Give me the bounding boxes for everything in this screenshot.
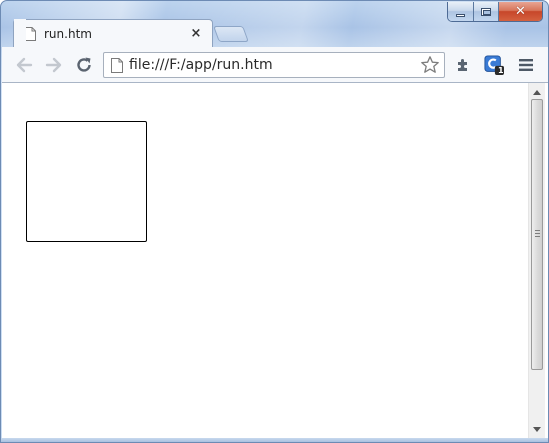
- tab-title: run.htm: [44, 26, 92, 41]
- address-url[interactable]: file:///F:/app/run.htm: [129, 57, 420, 73]
- close-icon: ✕: [515, 4, 526, 19]
- tab-run-htm[interactable]: run.htm ×: [13, 19, 213, 47]
- scrollbar-thumb[interactable]: [531, 99, 543, 370]
- reload-button[interactable]: [74, 55, 94, 75]
- forward-button[interactable]: [44, 55, 64, 75]
- scroll-down-button[interactable]: [529, 422, 545, 436]
- address-bar[interactable]: file:///F:/app/run.htm: [103, 52, 445, 78]
- extension-badge-count: 1: [498, 66, 504, 75]
- page-icon: [111, 57, 123, 73]
- close-window-button[interactable]: ✕: [499, 2, 542, 21]
- browser-window: ✕ run.htm × file:///F:/app/run.htm 1: [0, 0, 549, 443]
- back-arrow-icon: [16, 57, 33, 73]
- reload-icon: [77, 57, 91, 72]
- new-tab-button[interactable]: [213, 26, 249, 42]
- puzzle-extension-button[interactable]: [453, 55, 473, 75]
- hamburger-menu-icon: [519, 59, 533, 71]
- page-icon: [25, 26, 36, 41]
- square-box: [26, 121, 147, 242]
- page-viewport: [2, 83, 548, 442]
- triangle-up-icon: [533, 89, 541, 95]
- window-caption-buttons: ✕: [447, 2, 543, 22]
- tab-close-icon[interactable]: ×: [187, 26, 205, 41]
- maximize-icon: [481, 7, 491, 16]
- scrollbar-grip-icon: [535, 230, 540, 239]
- browser-toolbar: file:///F:/app/run.htm 1: [2, 47, 548, 83]
- extension-badge-button[interactable]: 1: [484, 55, 504, 75]
- minimize-button[interactable]: [448, 2, 474, 21]
- forward-arrow-icon: [45, 57, 62, 73]
- vertical-scrollbar[interactable]: [528, 83, 545, 440]
- minimize-icon: [456, 13, 465, 17]
- scroll-up-button[interactable]: [529, 85, 545, 99]
- maximize-button[interactable]: [474, 2, 499, 21]
- back-button[interactable]: [14, 55, 34, 75]
- menu-button[interactable]: [516, 55, 536, 75]
- window-bottom-border: [1, 438, 548, 442]
- triangle-down-icon: [533, 426, 541, 432]
- star-icon[interactable]: [420, 55, 440, 75]
- puzzle-icon: [458, 59, 467, 71]
